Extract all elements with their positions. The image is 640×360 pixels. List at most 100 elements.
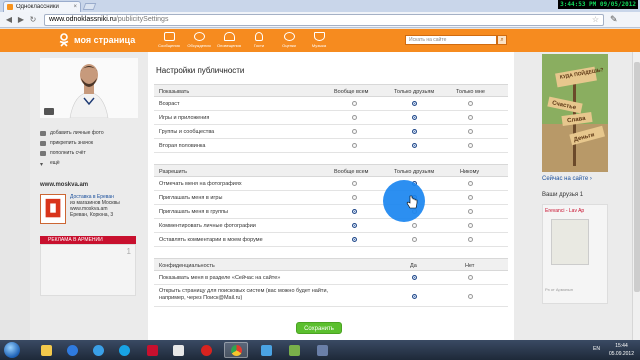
skype-taskbar-icon[interactable] xyxy=(112,342,136,358)
games-taskbar-icon[interactable] xyxy=(254,342,278,358)
nav-messages[interactable]: Сообщения xyxy=(154,32,184,48)
nav-ratings[interactable]: Оценки xyxy=(274,32,304,48)
setting-row: Приглашать меня в группы xyxy=(154,205,508,219)
radio-everyone[interactable] xyxy=(352,237,357,242)
address-bar[interactable]: www.odnoklassniki.ru/publicitySettings ☆ xyxy=(44,13,604,26)
close-tab-icon[interactable]: × xyxy=(73,4,77,10)
camtasia-taskbar-icon[interactable] xyxy=(282,342,306,358)
radio-everyone[interactable] xyxy=(352,181,357,186)
radio-friends[interactable] xyxy=(412,129,417,134)
radio-only-me[interactable] xyxy=(468,129,473,134)
start-button[interactable] xyxy=(4,342,20,358)
more-link[interactable]: ▾ ещё xyxy=(40,158,140,168)
browser-tabbar: Одноклассники × 3:44:53 PM 09/05/2012 xyxy=(0,0,640,12)
radio-friends[interactable] xyxy=(412,143,417,148)
site-search-input[interactable]: Искать на сайте xyxy=(405,35,497,45)
radio-nobody[interactable] xyxy=(468,237,473,242)
nav-discussions[interactable]: Обсуждения xyxy=(184,32,214,48)
ok-logo-icon[interactable] xyxy=(58,33,70,47)
browser-toolbar: ◀ ▶ ↻ www.odnoklassniki.ru/publicitySett… xyxy=(0,12,640,28)
taskbar-clock[interactable]: 15:44 05.09.2012 xyxy=(609,342,634,358)
search-icon[interactable]: ⌕ xyxy=(497,35,507,45)
radio-friends[interactable] xyxy=(412,101,417,106)
setting-row: Отмечать меня на фотографиях xyxy=(154,177,508,191)
opera-taskbar-icon[interactable] xyxy=(194,342,218,358)
attach-badge-link[interactable]: прикрепить значок xyxy=(40,138,140,148)
radio-friends[interactable] xyxy=(412,237,417,242)
radio-only-me[interactable] xyxy=(468,115,473,120)
ok-favicon-icon xyxy=(7,4,13,10)
chrome-taskbar-icon[interactable] xyxy=(224,342,248,358)
radio-nobody[interactable] xyxy=(468,181,473,186)
media-player-taskbar-icon[interactable] xyxy=(60,342,84,358)
radio-friends[interactable] xyxy=(412,115,417,120)
setting-row: Комментировать личные фотографии xyxy=(154,219,508,233)
radio-yes[interactable] xyxy=(412,294,417,299)
radio-nobody[interactable] xyxy=(468,195,473,200)
section-show: Показывать Вообще всем Только друзьям То… xyxy=(154,84,508,153)
friend-name[interactable]: Erevanci - Lav Ap xyxy=(545,208,584,214)
radio-only-me[interactable] xyxy=(468,143,473,148)
scrollbar-thumb[interactable] xyxy=(634,62,640,292)
setting-row: Вторая половинка xyxy=(154,139,508,153)
page-scrollbar[interactable] xyxy=(632,52,640,340)
radio-nobody[interactable] xyxy=(468,223,473,228)
setting-row: Группы и сообщества xyxy=(154,125,508,139)
nav-guests[interactable]: Гости xyxy=(244,32,274,48)
profile-links: добавить личные фото прикрепить значок п… xyxy=(40,128,140,168)
badge-icon xyxy=(40,140,46,146)
top-up-link[interactable]: пополнить счёт xyxy=(40,148,140,158)
app-taskbar-icon[interactable] xyxy=(310,342,334,358)
radio-everyone[interactable] xyxy=(352,101,357,106)
ad-banner[interactable]: КУДА ПОЙДЕШЬ? Счастье Слава Деньги xyxy=(542,54,608,172)
url-host: www.odnoklassniki.ru xyxy=(49,16,116,23)
my-page-link[interactable]: моя страница xyxy=(74,35,135,45)
language-indicator[interactable]: EN xyxy=(593,346,600,352)
explorer-taskbar-icon[interactable] xyxy=(34,342,58,358)
add-photos-link[interactable]: добавить личные фото xyxy=(40,128,140,138)
profile-avatar[interactable] xyxy=(40,58,138,118)
friends-title[interactable]: Ваши друзья 1 xyxy=(542,192,583,198)
kaspersky-taskbar-icon[interactable] xyxy=(140,342,164,358)
browser-tab[interactable]: Одноклассники × xyxy=(3,1,81,12)
friend-photo[interactable] xyxy=(551,219,589,265)
reload-icon[interactable]: ↻ xyxy=(28,15,38,25)
new-tab-button[interactable] xyxy=(82,3,97,10)
nav-music[interactable]: Музыка xyxy=(304,32,334,48)
ie-taskbar-icon[interactable] xyxy=(86,342,110,358)
ad-block[interactable]: Доставка в Ереван из магазинов Москвы ww… xyxy=(40,194,136,226)
radio-yes[interactable] xyxy=(412,275,417,280)
save-button[interactable]: Сохранить xyxy=(296,322,342,334)
radio-everyone[interactable] xyxy=(352,209,357,214)
tab-title: Одноклассники xyxy=(16,4,59,10)
wrench-menu-icon[interactable]: ✎ xyxy=(610,14,618,25)
radio-only-me[interactable] xyxy=(468,101,473,106)
radio-everyone[interactable] xyxy=(352,115,357,120)
bookmark-star-icon[interactable]: ☆ xyxy=(592,15,599,24)
setting-row: Оставлять комментарии в моем форуме xyxy=(154,233,508,247)
section-header: Конфиденциальность Да Нет xyxy=(154,258,508,271)
section-header: Разрешить Вообще всем Только друзьям Ник… xyxy=(154,164,508,177)
url-path: /publicitySettings xyxy=(115,16,169,23)
section-allow: Разрешить Вообще всем Только друзьям Ник… xyxy=(154,164,508,247)
rating-icon xyxy=(283,32,295,41)
radio-everyone[interactable] xyxy=(352,223,357,228)
online-now-link[interactable]: Сейчас на сайте › xyxy=(542,176,592,182)
radio-friends[interactable] xyxy=(412,223,417,228)
radio-nobody[interactable] xyxy=(468,209,473,214)
forward-arrow-icon[interactable]: ▶ xyxy=(16,15,26,25)
ad-image xyxy=(40,194,66,224)
radio-no[interactable] xyxy=(468,294,473,299)
coin-icon xyxy=(40,150,46,156)
radio-no[interactable] xyxy=(468,275,473,280)
mail-taskbar-icon[interactable] xyxy=(166,342,190,358)
armenia-ads-header[interactable]: РЕКЛАМА В АРМЕНИИ xyxy=(40,236,136,244)
setting-row: Открыть страницу для поисковых систем (в… xyxy=(154,285,508,307)
radio-everyone[interactable] xyxy=(352,129,357,134)
nav-notifications[interactable]: Оповещения xyxy=(214,32,244,48)
radio-everyone[interactable] xyxy=(352,195,357,200)
chevron-down-icon: ▾ xyxy=(40,161,44,168)
back-arrow-icon[interactable]: ◀ xyxy=(4,15,14,25)
radio-everyone[interactable] xyxy=(352,143,357,148)
ad-site[interactable]: www.moskva.am xyxy=(40,182,88,188)
